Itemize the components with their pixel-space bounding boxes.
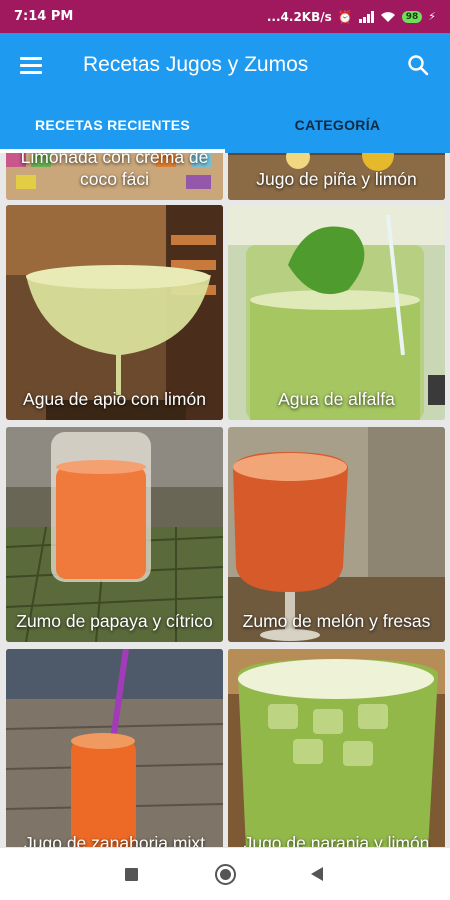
recipe-image — [6, 649, 223, 847]
status-icons: ...4.2KB/s ⏰ 98 ⚡ — [267, 10, 436, 24]
tab-bar: RECETAS RECIENTES CATEGORÍA — [0, 97, 450, 153]
search-icon[interactable] — [406, 53, 430, 77]
recent-apps-icon[interactable] — [125, 868, 138, 881]
recipe-card[interactable]: Jugo de zanahoria mixt — [6, 649, 223, 847]
recipe-image — [228, 649, 445, 847]
recipe-title: Agua de alfalfa — [278, 389, 395, 409]
recipe-title: Jugo de piña y limón — [256, 169, 417, 189]
charging-icon: ⚡ — [428, 10, 436, 23]
recipe-card[interactable]: Agua de apio con limón — [6, 205, 223, 420]
recipe-title: Zumo de papaya y cítrico — [16, 611, 213, 631]
tab-recetas-recientes[interactable]: RECETAS RECIENTES — [0, 97, 225, 153]
status-bar: 7:14 PM ...4.2KB/s ⏰ 98 ⚡ — [0, 0, 450, 33]
battery-icon: 98 — [401, 10, 423, 23]
network-speed: ...4.2KB/s — [266, 9, 332, 24]
alarm-icon: ⏰ — [337, 9, 353, 24]
back-icon[interactable] — [311, 867, 323, 881]
status-time: 7:14 PM — [14, 9, 74, 24]
recipe-title: Jugo de zanahoria mixt — [24, 833, 205, 847]
system-nav-bar — [0, 847, 450, 900]
recipe-title: Zumo de melón y fresas — [242, 611, 431, 631]
recipe-title: Agua de apio con limón — [23, 389, 206, 409]
wifi-icon — [380, 11, 395, 22]
app-bar: Recetas Jugos y Zumos — [0, 33, 450, 97]
recipe-card[interactable]: Limonada con crema de coco fáci — [6, 153, 223, 200]
recipe-grid: Limonada con crema de coco fáci Jugo de … — [0, 153, 450, 847]
recipe-title: Jugo de naranja y limón — [243, 833, 430, 847]
menu-icon[interactable] — [20, 56, 48, 74]
recipe-card[interactable]: Agua de alfalfa — [228, 205, 445, 420]
recipe-card[interactable]: Zumo de melón y fresas — [228, 427, 445, 642]
recipe-card[interactable]: Zumo de papaya y cítrico — [6, 427, 223, 642]
signal-icon — [358, 10, 374, 23]
recipe-title: Limonada con crema de coco fáci — [20, 153, 209, 189]
recipe-card[interactable]: Jugo de naranja y limón — [228, 649, 445, 847]
tab-categoria[interactable]: CATEGORÍA — [225, 97, 450, 153]
home-icon[interactable] — [215, 864, 236, 885]
app-title: Recetas Jugos y Zumos — [83, 53, 309, 76]
recipe-card[interactable]: Jugo de piña y limón — [228, 153, 445, 200]
